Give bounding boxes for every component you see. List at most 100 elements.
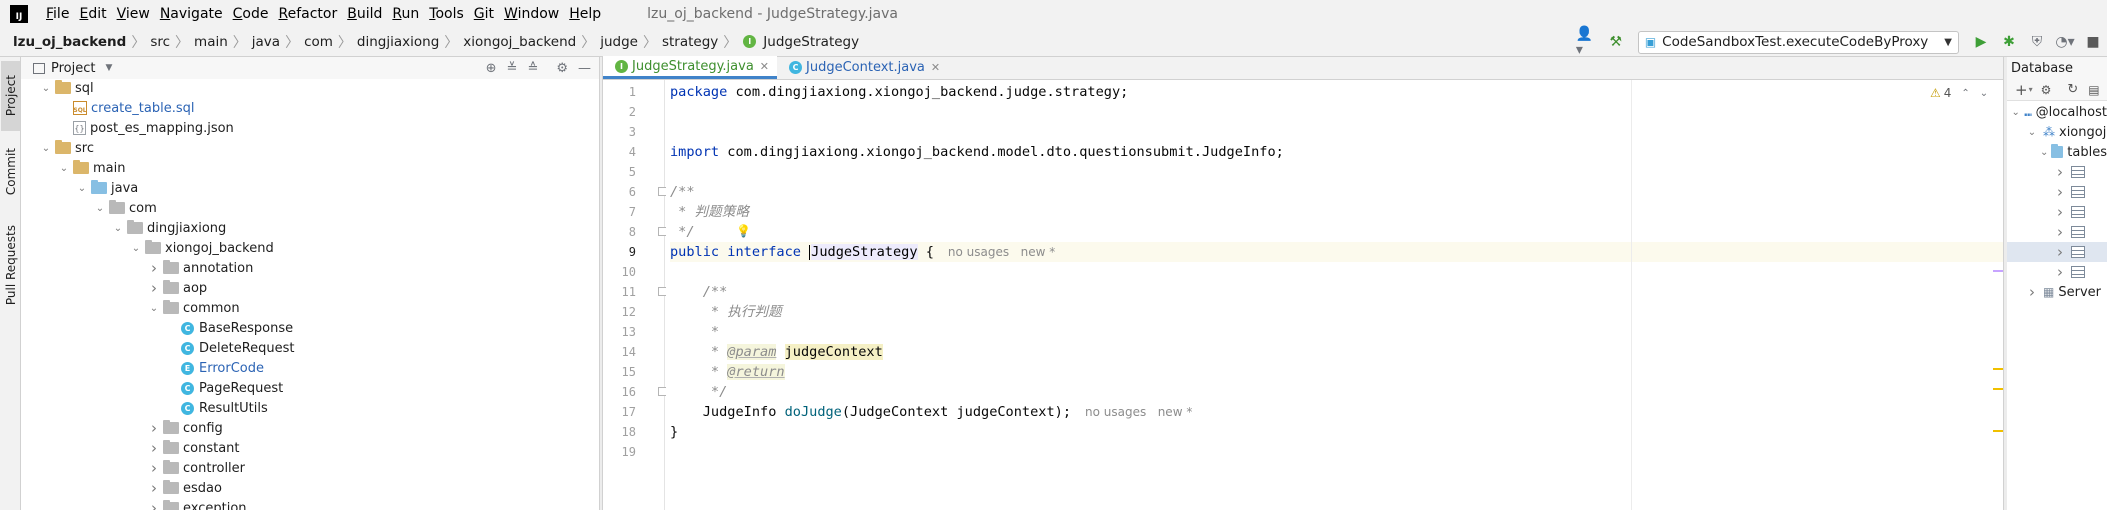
menu-item[interactable]: Build: [343, 6, 388, 22]
error-stripe-mark[interactable]: [1993, 368, 2003, 370]
user-icon[interactable]: 👤▾: [1576, 26, 1600, 58]
tree-item[interactable]: ⌄ main: [57, 158, 125, 178]
chevron-down-icon[interactable]: ▼: [105, 63, 112, 73]
chevron-down-icon[interactable]: ▾: [2029, 85, 2033, 94]
menu-item[interactable]: Refactor: [274, 6, 343, 22]
editor-tab[interactable]: C JudgeContext.java ✕: [777, 56, 948, 79]
menu-item[interactable]: Run: [388, 6, 425, 22]
intention-bulb-icon[interactable]: 💡: [736, 224, 751, 238]
chevron-down-icon[interactable]: ⌄: [2039, 147, 2049, 158]
code-line[interactable]: * @return: [670, 362, 785, 382]
chevron-right-icon[interactable]: ›: [2025, 283, 2039, 301]
chevron-down-icon[interactable]: ⌄: [129, 243, 143, 254]
code-line[interactable]: package com.dingjiaxiong.xiongoj_backend…: [670, 82, 1128, 102]
menu-item[interactable]: Edit: [75, 6, 112, 22]
code-line[interactable]: import com.dingjiaxiong.xiongoj_backend.…: [670, 142, 1284, 162]
tree-item[interactable]: C ResultUtils: [165, 398, 268, 418]
inspection-widget[interactable]: ⚠ 4 ⌃ ⌄: [1930, 86, 1988, 100]
tree-item[interactable]: ⌄ common: [147, 298, 240, 318]
breadcrumb-item[interactable]: com: [301, 34, 336, 50]
breadcrumb-item[interactable]: dingjiaxiong: [354, 34, 442, 50]
chevron-right-icon[interactable]: ›: [147, 279, 161, 297]
code-line[interactable]: */: [670, 222, 694, 242]
menu-item[interactable]: Code: [229, 6, 275, 22]
tool-tab-project[interactable]: Project: [1, 61, 20, 131]
previous-highlight-icon[interactable]: ⌃: [1961, 88, 1969, 99]
code-editor[interactable]: package com.dingjiaxiong.xiongoj_backend…: [666, 80, 2003, 510]
tree-item[interactable]: ⌄ xiongoj_backend: [129, 238, 274, 258]
tree-item[interactable]: › exception: [147, 498, 247, 510]
code-line[interactable]: * 判题策略: [670, 202, 749, 222]
database-tree-item[interactable]: ›: [2007, 182, 2107, 202]
close-icon[interactable]: ✕: [931, 61, 940, 74]
chevron-right-icon[interactable]: ›: [2053, 183, 2067, 201]
editor-tab[interactable]: I JudgeStrategy.java ✕: [603, 56, 778, 79]
chevron-right-icon[interactable]: ›: [2053, 163, 2067, 181]
tree-item[interactable]: › esdao: [147, 478, 222, 498]
chevron-down-icon[interactable]: ⌄: [39, 143, 53, 154]
tree-item[interactable]: › annotation: [147, 258, 253, 278]
chevron-down-icon[interactable]: ⌄: [57, 163, 71, 174]
properties-icon[interactable]: ⚙: [2041, 83, 2052, 97]
code-line[interactable]: * @param judgeContext: [670, 342, 883, 362]
breadcrumb-item[interactable]: strategy: [659, 34, 721, 50]
hide-panel-icon[interactable]: —: [578, 61, 591, 76]
run-configuration-selector[interactable]: ▣ CodeSandboxTest.executeCodeByProxy ▼: [1637, 30, 1959, 54]
chevron-down-icon[interactable]: ⌄: [111, 223, 125, 234]
chevron-down-icon[interactable]: ⌄: [93, 203, 107, 214]
code-line[interactable]: JudgeInfo doJudge(JudgeContext judgeCont…: [670, 402, 1193, 422]
expand-all-icon[interactable]: ≚: [507, 61, 518, 76]
chevron-right-icon[interactable]: ›: [147, 479, 161, 497]
tree-item[interactable]: › aop: [147, 278, 207, 298]
tree-item[interactable]: ⌄ com: [93, 198, 157, 218]
add-icon[interactable]: +: [2015, 81, 2028, 99]
tree-item[interactable]: › constant: [147, 438, 240, 458]
tree-item[interactable]: C PageRequest: [165, 378, 283, 398]
breadcrumb-item[interactable]: xiongoj_backend: [460, 34, 579, 50]
inlay-hint[interactable]: no usages new *: [1085, 405, 1192, 419]
chevron-right-icon[interactable]: ›: [2053, 203, 2067, 221]
profiler-icon[interactable]: ◔▾: [2053, 31, 2077, 53]
tool-tab-pull-requests[interactable]: Pull Requests: [1, 215, 20, 315]
chevron-right-icon[interactable]: ›: [147, 419, 161, 437]
code-line[interactable]: * 执行判题: [670, 302, 782, 322]
database-tree-item[interactable]: ›: [2007, 242, 2107, 262]
next-highlight-icon[interactable]: ⌄: [1980, 88, 1988, 99]
code-line[interactable]: */: [670, 382, 727, 402]
error-stripe-mark[interactable]: [1993, 270, 2003, 272]
menu-item[interactable]: View: [113, 6, 156, 22]
gear-icon[interactable]: ⚙: [556, 61, 568, 76]
select-opened-file-icon[interactable]: ⊕: [486, 61, 497, 76]
tree-item[interactable]: C BaseResponse: [165, 318, 293, 338]
error-stripe-mark[interactable]: [1993, 430, 2003, 432]
code-line[interactable]: /**: [670, 282, 728, 302]
code-line[interactable]: public interface JudgeStrategy {no usage…: [670, 242, 2003, 262]
breadcrumb-item[interactable]: main: [191, 34, 231, 50]
coverage-icon[interactable]: ⛨: [2025, 31, 2049, 53]
tree-item[interactable]: ⌄ java: [75, 178, 138, 198]
chevron-right-icon[interactable]: ›: [147, 499, 161, 510]
chevron-right-icon[interactable]: ›: [147, 259, 161, 277]
tree-item[interactable]: ⌄ dingjiaxiong: [111, 218, 226, 238]
project-panel-title[interactable]: Project: [51, 61, 95, 76]
inlay-hint[interactable]: no usages new *: [948, 245, 1055, 259]
database-tree-item[interactable]: › ▦ Server: [2007, 282, 2107, 302]
chevron-down-icon[interactable]: ⌄: [2011, 107, 2020, 118]
breadcrumb-item[interactable]: JudgeStrategy: [760, 34, 862, 50]
tree-item[interactable]: › config: [147, 418, 223, 438]
menu-item[interactable]: Navigate: [156, 6, 229, 22]
chevron-down-icon[interactable]: ⌄: [39, 83, 53, 94]
database-tree-item[interactable]: ⌄ ⑉ @localhost: [2007, 102, 2107, 122]
breadcrumb-item[interactable]: src: [147, 34, 173, 50]
chevron-down-icon[interactable]: ⌄: [75, 183, 89, 194]
run-icon[interactable]: ▶: [1969, 31, 1993, 53]
database-tree-item[interactable]: ›: [2007, 202, 2107, 222]
schema-icon[interactable]: ▤: [2088, 83, 2099, 97]
code-line[interactable]: /**: [670, 182, 695, 202]
tree-item[interactable]: › controller: [147, 458, 245, 478]
close-icon[interactable]: ✕: [760, 60, 769, 73]
collapse-all-icon[interactable]: ≙: [527, 61, 538, 76]
editor-gutter[interactable]: 1 2 3 4 5 6 7 8 9 10 11 12 13 14 15 16 17 18 19: [603, 80, 667, 510]
chevron-right-icon[interactable]: ›: [2053, 263, 2067, 281]
tree-item[interactable]: C DeleteRequest: [165, 338, 295, 358]
